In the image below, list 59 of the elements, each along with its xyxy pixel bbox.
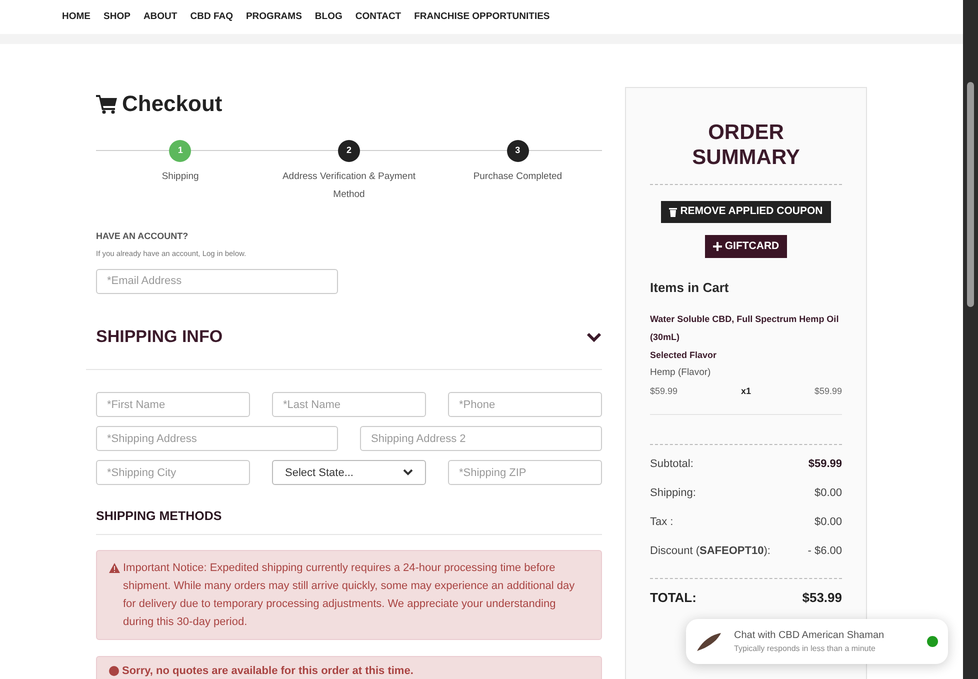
option-label: Selected Flavor — [650, 348, 718, 362]
item-total: $59.99 — [814, 384, 842, 398]
chat-title: Chat with CBD American Shaman — [734, 629, 886, 643]
trash-icon — [669, 207, 678, 217]
email-field[interactable]: *Email Address — [96, 268, 338, 294]
feather-icon — [696, 632, 722, 652]
items-heading: Items in Cart — [650, 279, 730, 297]
plus-icon — [712, 242, 722, 251]
chat-subtitle: Typically responds in less than a minute — [734, 643, 876, 655]
nav-link[interactable]: HOME — [62, 10, 90, 24]
total-value: - $6.00 — [808, 544, 842, 559]
item-price: $59.99 — [650, 384, 678, 398]
warning-icon — [109, 563, 120, 573]
total-value: $0.00 — [814, 514, 842, 530]
grand-total-label: TOTAL: — [650, 588, 696, 606]
item-quantity: x1 — [740, 384, 751, 398]
notice-text: Important Notice: Expedited shipping currently requires a 24-hour processing time before shipment. While many orders may still arrive quickly, some may experience an additional day for delivery due to temporary processing adjustments. We appreciate your understanding during this 30-day period. — [123, 561, 576, 630]
text-field[interactable]: *Last Name — [272, 392, 426, 418]
error-icon — [109, 666, 119, 676]
chevron-icon — [403, 469, 413, 476]
text-field[interactable]: Shipping Address 2 — [360, 426, 602, 452]
text-field[interactable]: *Shipping City — [96, 460, 250, 486]
nav-link[interactable]: PROGRAMS — [246, 10, 302, 24]
total-label: Shipping: — [650, 486, 696, 501]
state-dropdown[interactable]: Select State... — [272, 460, 426, 486]
nav-link[interactable]: SHOP — [104, 10, 130, 24]
nav-link[interactable]: CONTACT — [355, 10, 402, 24]
scrollbar-thumb[interactable] — [967, 82, 974, 307]
summary-title: ORDER SUMMARY — [691, 120, 801, 170]
step-label: Address Verification & Payment Method — [281, 170, 417, 202]
section-heading: SHIPPING INFO — [96, 326, 223, 348]
chat-widget[interactable]: Chat with CBD American Shaman Typically responds in less than a minute — [686, 619, 948, 664]
scrollbar[interactable] — [963, 0, 978, 679]
option-value: Hemp (Flavor) — [650, 366, 712, 380]
product-name: Water Soluble CBD, Full Spectrum Hemp Oil (30mL) — [650, 312, 840, 344]
step-label: Shipping — [160, 170, 200, 184]
error-text: Sorry, no quotes are available for this order at this time. — [122, 664, 414, 679]
total-label: Subtotal: — [650, 456, 694, 472]
account-heading: HAVE AN ACCOUNT? — [96, 230, 190, 243]
text-field[interactable]: *Shipping Address — [96, 426, 338, 452]
nav-link[interactable]: ABOUT — [143, 10, 178, 24]
total-label: Tax : — [650, 514, 674, 530]
nav-link[interactable]: CBD FAQ — [190, 10, 233, 24]
text-field[interactable]: *First Name — [96, 392, 250, 418]
total-value: $0.00 — [814, 486, 842, 501]
text-field[interactable]: *Phone — [448, 392, 602, 418]
nav-link[interactable]: FRANCHISE OPPORTUNITIES — [414, 10, 550, 24]
giftcard-button[interactable]: GIFTCARD — [704, 235, 788, 258]
nav-link[interactable]: BLOG — [314, 10, 342, 24]
total-value: $59.99 — [808, 456, 842, 472]
remove-coupon-button[interactable]: REMOVE APPLIED COUPON — [661, 201, 831, 223]
section-heading: SHIPPING METHODS — [96, 507, 602, 535]
step-label: Purchase Completed — [472, 170, 564, 184]
page-title: Checkout — [122, 90, 222, 118]
chevron-icon[interactable] — [586, 330, 602, 342]
grand-total-value: $53.99 — [802, 588, 842, 606]
total-label: Discount (SAFEOPT10): — [650, 544, 770, 559]
cart-icon — [96, 94, 118, 114]
text-field[interactable]: *Shipping ZIP — [448, 460, 602, 486]
